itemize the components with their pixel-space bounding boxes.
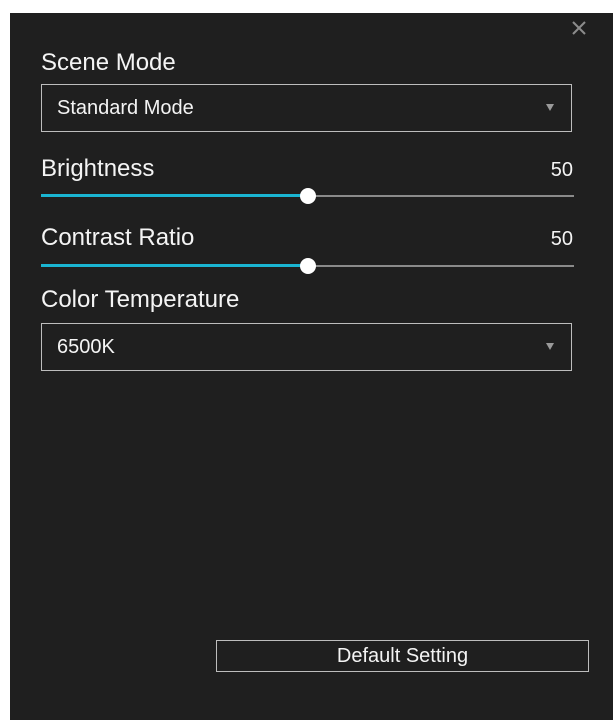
color-temperature-select[interactable]: 6500K [41, 323, 572, 371]
brightness-label: Brightness [41, 155, 155, 182]
color-temperature-label: Color Temperature [41, 286, 240, 313]
chevron-down-icon [546, 104, 554, 111]
display-settings-panel: Scene Mode Standard Mode Brightness 50 C… [10, 13, 613, 720]
brightness-slider[interactable] [41, 186, 574, 206]
contrast-ratio-slider[interactable] [41, 256, 574, 276]
contrast-ratio-fill [41, 264, 308, 267]
color-temperature-value: 6500K [57, 336, 115, 358]
brightness-value: 50 [550, 159, 573, 181]
contrast-ratio-label: Contrast Ratio [41, 224, 195, 251]
close-icon[interactable] [570, 19, 588, 37]
chevron-down-icon [546, 343, 554, 350]
scene-mode-value: Standard Mode [57, 97, 194, 119]
contrast-ratio-thumb[interactable] [299, 258, 316, 274]
brightness-thumb[interactable] [299, 188, 316, 204]
brightness-fill [41, 194, 308, 197]
scene-mode-label: Scene Mode [41, 49, 176, 76]
scene-mode-select[interactable]: Standard Mode [41, 84, 572, 132]
default-setting-button[interactable]: Default Setting [216, 640, 589, 672]
contrast-ratio-value: 50 [550, 228, 573, 250]
